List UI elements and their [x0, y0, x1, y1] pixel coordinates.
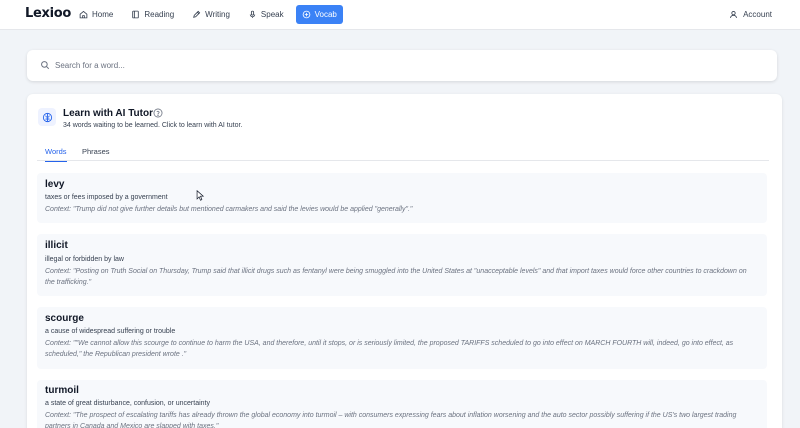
word-definition: a cause of widespread suffering or troub… [45, 328, 176, 335]
user-icon [730, 10, 738, 19]
mouse-pointer-icon [196, 190, 205, 201]
account-button[interactable]: Account [729, 5, 772, 24]
nav-item-label: Reading [144, 10, 175, 19]
home-icon [79, 10, 88, 19]
help-circle-icon[interactable] [153, 108, 163, 118]
nav-item-label: Vocab [314, 10, 337, 19]
search-input[interactable] [55, 57, 755, 74]
ai-tutor-button[interactable] [38, 108, 56, 126]
search-icon [41, 61, 50, 70]
word-term: scourge [45, 313, 84, 324]
nav-item-writing[interactable]: Writing [186, 5, 236, 24]
tutor-subtitle: 34 words waiting to be learned. Click to… [63, 122, 243, 129]
word-context: Context: "Posting on Truth Social on Thu… [45, 268, 747, 286]
book-icon [132, 10, 140, 19]
word-definition: a state of great disturbance, confusion,… [45, 400, 210, 407]
vocab-icon [302, 10, 310, 19]
app-logo[interactable]: Lexioo [25, 6, 71, 21]
pencil-icon [193, 10, 201, 18]
word-definition: illegal or forbidden by law [45, 256, 124, 263]
nav-item-speak[interactable]: Speak [242, 5, 290, 24]
brain-icon [42, 112, 52, 122]
word-entry[interactable]: scourge a cause of widespread suffering … [37, 307, 767, 369]
vocab-card: Learn with AI Tutor 34 words waiting to … [27, 94, 782, 428]
tutor-title: Learn with AI Tutor [63, 108, 153, 119]
nav-item-label: Speak [260, 10, 284, 19]
word-context: Context: "Trump did not give further det… [45, 206, 413, 213]
word-entry[interactable]: illicit illegal or forbidden by law Cont… [37, 234, 767, 296]
nav-item-home[interactable]: Home [73, 5, 119, 24]
word-context: Context: ""We cannot allow this scourge … [45, 340, 734, 358]
nav-item-label: Writing [205, 10, 230, 19]
search-bar [27, 50, 777, 81]
nav-item-vocab[interactable]: Vocab [295, 5, 343, 24]
nav-items: Home Reading Writing Speak Vocab [73, 5, 343, 24]
word-tabs: Words Phrases [37, 144, 769, 162]
word-term: illicit [45, 240, 68, 251]
nav-item-label: Home [92, 10, 114, 19]
word-entry[interactable]: turmoil a state of great disturbance, co… [37, 380, 767, 428]
word-context: Context: "The prospect of escalating tar… [45, 412, 737, 428]
account-label: Account [743, 10, 772, 19]
tab-phrases[interactable]: Phrases [82, 147, 110, 161]
word-entry[interactable]: levy taxes or fees imposed by a governme… [37, 173, 767, 223]
microphone-icon [249, 10, 256, 18]
nav-item-reading[interactable]: Reading [125, 5, 180, 24]
tab-words[interactable]: Words [45, 147, 67, 162]
word-definition: taxes or fees imposed by a government [45, 194, 168, 201]
word-term: turmoil [45, 385, 79, 396]
word-term: levy [45, 179, 65, 190]
top-navigation: Lexioo Home Reading Writing Speak Vocab … [0, 0, 800, 30]
